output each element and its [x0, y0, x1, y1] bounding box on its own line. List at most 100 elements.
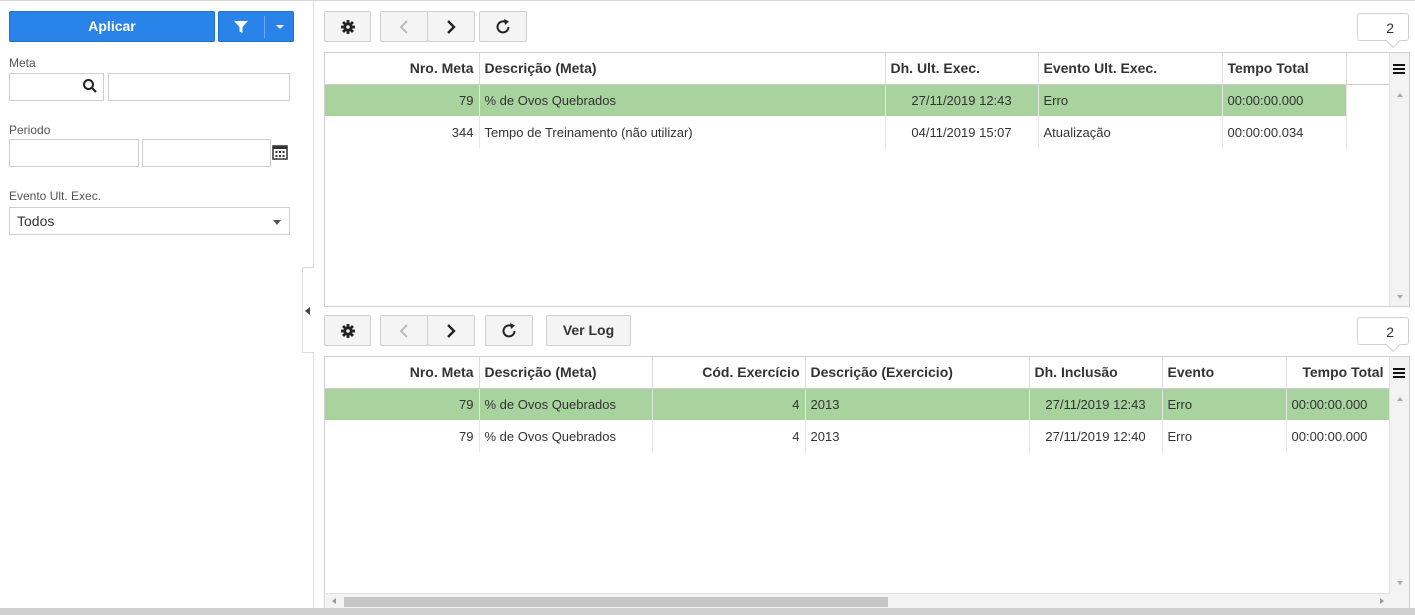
chevron-left-icon [399, 19, 408, 34]
meta-label: Meta [9, 56, 36, 70]
log-table: Nro. Meta Descrição (Meta) Cód. Exercíci… [325, 357, 1390, 452]
metas-table: Nro. Meta Descrição (Meta) Dh. Ult. Exec… [325, 53, 1391, 148]
chevron-left-icon [399, 323, 408, 338]
cell-descricao-meta: % de Ovos Quebrados [479, 420, 653, 452]
cell-nro-meta: 79 [325, 84, 480, 116]
cell-dh-ult-exec: 27/11/2019 12:43 [885, 84, 1039, 116]
cell-descricao-meta: % de Ovos Quebrados [479, 84, 886, 116]
table-row[interactable]: 344 Tempo de Treinamento (não utilizar) … [325, 116, 1391, 148]
cell-tempo-total: 00:00:00.000 [1286, 388, 1390, 420]
app-frame: Aplicar Meta Periodo Evento Ult. Exec. T… [0, 0, 1415, 610]
col-nro-meta[interactable]: Nro. Meta [325, 53, 480, 85]
refresh-icon [496, 18, 510, 33]
cell-descricao-meta: % de Ovos Quebrados [479, 388, 653, 420]
scroll-up-arrow-icon[interactable] [1397, 397, 1403, 401]
col-dh-ult-exec[interactable]: Dh. Ult. Exec. [885, 53, 1039, 85]
top-next-button[interactable] [427, 11, 475, 42]
scroll-right-arrow-icon[interactable] [1380, 598, 1384, 604]
gear-icon [340, 323, 355, 338]
ver-log-button[interactable]: Ver Log [546, 315, 631, 346]
chevron-right-icon [447, 323, 456, 338]
meta-description-input[interactable] [108, 73, 290, 101]
cell-tempo-total: 00:00:00.000 [1222, 84, 1347, 116]
filter-panel: Aplicar Meta Periodo Evento Ult. Exec. T… [0, 1, 314, 609]
chevron-right-icon [447, 19, 456, 34]
evento-select[interactable]: Todos [9, 207, 290, 235]
table-row[interactable]: 79 % de Ovos Quebrados 4 2013 27/11/2019… [325, 388, 1390, 420]
bottom-record-count: 2 [1357, 317, 1409, 345]
metas-grid-scrollbar[interactable] [1389, 53, 1409, 306]
col-tempo-total[interactable]: Tempo Total [1286, 357, 1390, 389]
cell-evento-ult-exec: Atualização [1038, 116, 1223, 148]
refresh-icon [502, 322, 516, 337]
evento-label: Evento Ult. Exec. [9, 189, 102, 203]
scroll-left-arrow-icon[interactable] [332, 598, 336, 604]
col-descricao-meta[interactable]: Descrição (Meta) [479, 357, 653, 389]
cell-nro-meta: 79 [325, 420, 480, 452]
cell-cod-exercicio: 4 [652, 420, 806, 452]
apply-button[interactable]: Aplicar [9, 11, 215, 42]
cell-tempo-total: 00:00:00.034 [1222, 116, 1347, 148]
col-descricao-meta[interactable]: Descrição (Meta) [479, 53, 886, 85]
scroll-down-arrow-icon[interactable] [1397, 295, 1403, 299]
table-header-row: Nro. Meta Descrição (Meta) Dh. Ult. Exec… [325, 53, 1391, 85]
column-menu-icon[interactable] [1391, 365, 1407, 381]
col-dh-inclusao[interactable]: Dh. Inclusão [1029, 357, 1163, 389]
scroll-up-arrow-icon[interactable] [1397, 93, 1403, 97]
cell-nro-meta: 344 [325, 116, 480, 148]
table-row[interactable]: 79 % de Ovos Quebrados 4 2013 27/11/2019… [325, 420, 1390, 452]
cell-evento-ult-exec: Erro [1038, 84, 1223, 116]
cell-descricao-meta: Tempo de Treinamento (não utilizar) [479, 116, 886, 148]
cell-descricao-exercicio: 2013 [805, 388, 1030, 420]
bottom-refresh-button[interactable] [485, 315, 533, 346]
panel-collapse-handle[interactable] [302, 267, 314, 353]
gear-icon [340, 19, 355, 34]
metas-grid: Nro. Meta Descrição (Meta) Dh. Ult. Exec… [324, 52, 1410, 307]
col-evento-ult-exec[interactable]: Evento Ult. Exec. [1038, 53, 1223, 85]
bottom-prev-button[interactable] [380, 315, 428, 346]
cell-dh-ult-exec: 04/11/2019 15:07 [885, 116, 1039, 148]
top-prev-button[interactable] [380, 11, 428, 42]
top-record-count: 2 [1357, 13, 1409, 41]
button-separator [264, 16, 265, 38]
periodo-label: Periodo [9, 123, 51, 137]
top-refresh-button[interactable] [479, 11, 527, 42]
log-grid-horizontal-scrollbar[interactable] [326, 593, 1390, 609]
col-descricao-exercicio[interactable]: Descrição (Exercicio) [805, 357, 1030, 389]
col-nro-meta[interactable]: Nro. Meta [325, 357, 480, 389]
scroll-down-arrow-icon[interactable] [1397, 581, 1403, 585]
cell-dh-inclusao: 27/11/2019 12:40 [1029, 420, 1163, 452]
table-header-row: Nro. Meta Descrição (Meta) Cód. Exercíci… [325, 357, 1390, 389]
column-menu-icon[interactable] [1391, 61, 1407, 77]
periodo-end-input[interactable] [142, 139, 271, 167]
cell-dh-inclusao: 27/11/2019 12:43 [1029, 388, 1163, 420]
cell-cod-exercicio: 4 [652, 388, 806, 420]
calendar-icon[interactable] [272, 144, 288, 160]
filter-menu-button[interactable] [218, 11, 294, 42]
top-settings-button[interactable] [324, 11, 371, 42]
table-row[interactable]: 79 % de Ovos Quebrados 27/11/2019 12:43 … [325, 84, 1391, 116]
scrollbar-thumb[interactable] [344, 597, 888, 607]
log-grid: Nro. Meta Descrição (Meta) Cód. Exercíci… [324, 356, 1410, 609]
col-filler [1346, 53, 1391, 85]
funnel-icon [234, 21, 248, 33]
col-evento[interactable]: Evento [1162, 357, 1287, 389]
log-grid-scrollbar[interactable] [1389, 357, 1409, 608]
cell-nro-meta: 79 [325, 388, 480, 420]
cell-evento: Erro [1162, 388, 1287, 420]
cell-descricao-exercicio: 2013 [805, 420, 1030, 452]
search-icon[interactable] [82, 78, 98, 94]
caret-down-icon[interactable] [276, 25, 284, 29]
cell-tempo-total: 00:00:00.000 [1286, 420, 1390, 452]
cell-evento: Erro [1162, 420, 1287, 452]
cell-filler [1346, 116, 1391, 148]
col-tempo-total[interactable]: Tempo Total [1222, 53, 1347, 85]
periodo-start-input[interactable] [9, 139, 139, 167]
evento-select-value: Todos [17, 213, 55, 229]
bottom-settings-button[interactable] [324, 315, 371, 346]
triangle-left-icon [305, 307, 310, 315]
col-cod-exercicio[interactable]: Cód. Exercício [652, 357, 806, 389]
window-bottom-edge [0, 608, 1415, 615]
cell-filler [1346, 84, 1391, 116]
bottom-next-button[interactable] [427, 315, 475, 346]
